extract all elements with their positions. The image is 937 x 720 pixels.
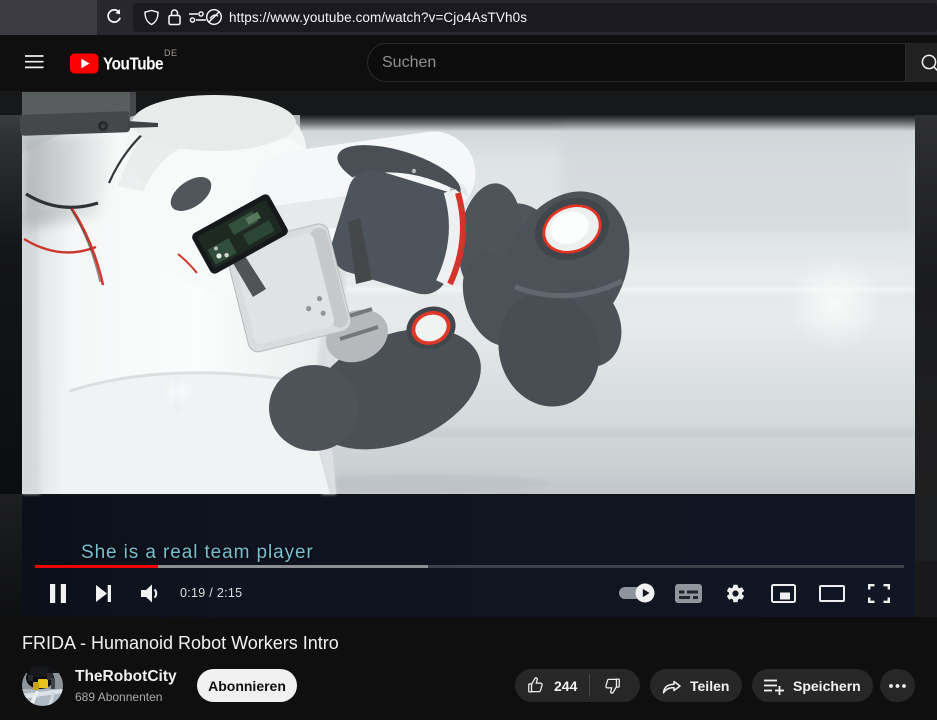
svg-text:YouTube: YouTube (103, 55, 163, 74)
